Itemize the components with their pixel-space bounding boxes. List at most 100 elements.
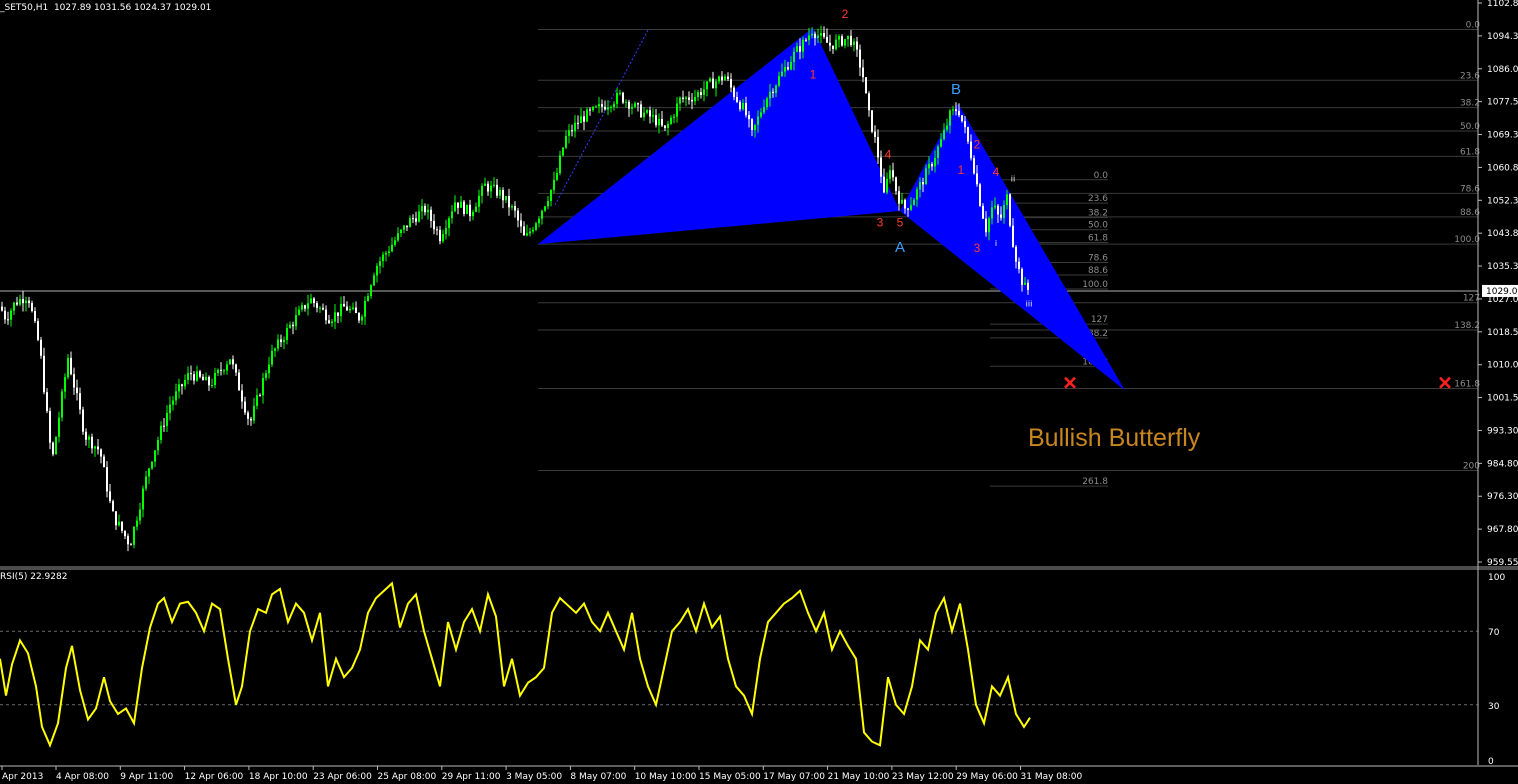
candle-body (103, 456, 105, 468)
candle-body (1018, 261, 1020, 269)
candle-body (190, 373, 192, 375)
candle-body (751, 119, 753, 131)
wave-label: 2 (974, 138, 981, 152)
candle-body (535, 223, 537, 230)
candle-body (577, 122, 579, 124)
candle-body (448, 218, 450, 229)
candle-body (82, 409, 84, 432)
candle-body (145, 476, 147, 489)
candle-body (805, 39, 807, 41)
candle-body (832, 45, 834, 49)
candle-body (808, 35, 810, 41)
candle-body (493, 184, 495, 186)
candle-body (100, 449, 102, 457)
candle-body (676, 103, 678, 117)
time-tick-label: 15 May 05:00 (699, 772, 761, 782)
candle-body (46, 392, 48, 412)
candle-body (289, 324, 291, 328)
candle-body (553, 179, 555, 190)
chart-canvas[interactable]: 0.023.638.250.061.878.688.6100.0127138.2… (0, 0, 1518, 784)
candle-body (718, 76, 720, 82)
candle (1009, 193, 1011, 228)
candle-body (748, 115, 750, 120)
candle-body (331, 321, 333, 324)
candle-body (409, 218, 411, 228)
candle-body (481, 185, 483, 196)
candle-body (4, 310, 6, 320)
candle-body (763, 107, 765, 113)
candle-body (52, 442, 54, 455)
wave-label: 5 (897, 216, 904, 230)
candle-body (58, 417, 60, 437)
candle-body (697, 92, 699, 98)
candle-body (766, 98, 768, 108)
candle-body (469, 204, 471, 217)
candle-body (406, 225, 408, 228)
candle-body (214, 373, 216, 386)
candle-body (370, 285, 372, 297)
candle-body (652, 115, 654, 117)
candle-body (520, 220, 522, 227)
rsi-tick-label: 70 (1488, 628, 1500, 638)
candle-body (229, 359, 231, 365)
fib-label: 88.6 (1460, 208, 1480, 218)
candle-body (943, 129, 945, 140)
fib-label: 100.0 (1454, 235, 1480, 245)
candle-body (901, 199, 903, 204)
candle-body (502, 189, 504, 201)
candle-body (1003, 205, 1005, 218)
candle-body (343, 303, 345, 307)
candle-body (667, 123, 669, 129)
candle-body (76, 387, 78, 394)
candle-body (442, 234, 444, 242)
candle-body (427, 209, 429, 213)
candle-body (898, 191, 900, 204)
candle-body (439, 229, 441, 242)
candle-body (796, 46, 798, 52)
candle-body (772, 91, 774, 94)
candle-body (799, 46, 801, 52)
candle-body (163, 425, 165, 427)
candle-body (508, 195, 510, 208)
candle-body (973, 158, 975, 174)
candle-body (760, 112, 762, 117)
fib-label: 61.8 (1460, 147, 1480, 157)
candle-body (337, 312, 339, 316)
candle-body (133, 526, 135, 545)
candle-body (1006, 194, 1008, 206)
candle (67, 354, 69, 380)
candle-body (106, 467, 108, 492)
candle-body (175, 391, 177, 401)
price-tick-label: 1035.30 (1487, 262, 1518, 272)
candle-body (613, 103, 615, 107)
candle-body (979, 184, 981, 206)
candle-body (67, 357, 69, 378)
candle-body (616, 92, 618, 104)
fib-label: 50.0 (1460, 122, 1480, 132)
candle-body (913, 199, 915, 206)
candle-body (277, 339, 279, 349)
candle (967, 126, 969, 145)
candle-body (226, 364, 228, 371)
candle-body (193, 374, 195, 381)
time-tick-label: 29 May 06:00 (956, 772, 1018, 782)
wave-label: 3 (877, 216, 884, 230)
candle-body (961, 115, 963, 122)
candle-body (790, 62, 792, 70)
candle-body (313, 298, 315, 304)
candle-body (589, 109, 591, 111)
candle-body (664, 125, 666, 129)
candle-body (424, 205, 426, 213)
candle-body (700, 92, 702, 96)
candle-body (595, 106, 597, 108)
candle-body (292, 324, 294, 327)
candle-body (931, 163, 933, 167)
candle-body (49, 411, 51, 443)
candle-body (268, 364, 270, 374)
candle-body (355, 307, 357, 314)
rsi-tick-label: 100 (1488, 573, 1505, 583)
candle-body (160, 425, 162, 440)
candle-body (733, 87, 735, 98)
candle-body (715, 81, 717, 89)
symbol-header: _SET50,H1 1027.89 1031.56 1024.37 1029.0… (0, 3, 211, 13)
